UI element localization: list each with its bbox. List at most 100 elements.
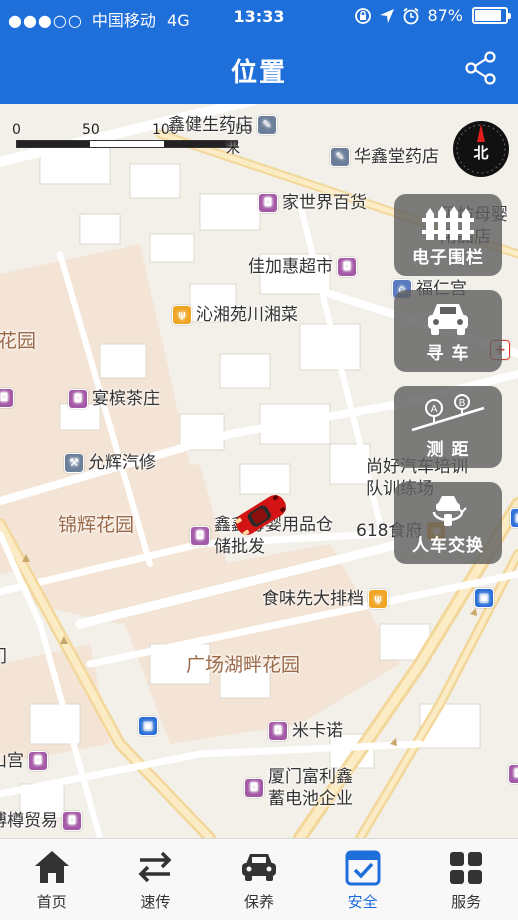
poi-shop-edge-1[interactable]: ◘	[0, 388, 14, 408]
bus-stop-icon: ▣	[138, 716, 158, 736]
poi-label: 博樽贸易	[0, 811, 58, 831]
poi-label: 沁湘苑川湘菜	[196, 305, 298, 325]
pharmacy-icon: ✎	[257, 115, 277, 135]
tab-home-label: 首页	[36, 893, 67, 911]
tab-security[interactable]: 安全	[311, 839, 415, 920]
status-right: 87%	[354, 6, 511, 25]
bus-stop-icon: ▣	[510, 508, 518, 528]
grid-icon	[450, 852, 483, 884]
home-icon	[34, 851, 69, 883]
tab-transfer[interactable]: 速传	[104, 839, 208, 920]
map-view[interactable]: 0 50 100 150米 北 鑫健生药店 ✎ ✎ 华鑫堂药店 ◘ 家世界百货 …	[0, 104, 518, 838]
poi-mikano[interactable]: ◘ 米卡诺	[268, 720, 343, 742]
poi-label: 米卡诺	[292, 721, 343, 741]
tab-transfer-label: 速传	[140, 893, 171, 911]
shopping-icon: ◘	[62, 811, 82, 831]
poi-label: 广场湖畔花园	[186, 654, 301, 676]
shopping-icon: ◘	[68, 389, 88, 409]
poi-department-store[interactable]: ◘ 家世界百货	[258, 192, 367, 214]
poi-label: 食味先大排档	[262, 589, 364, 609]
shopping-icon: ◘	[28, 751, 48, 771]
poi-bus-stop-1[interactable]: ▣	[474, 588, 494, 608]
shopping-icon: ◘	[337, 257, 357, 277]
scale-line	[16, 140, 238, 148]
poi-tea-shop[interactable]: ◘ 宴槟茶庄	[68, 388, 160, 410]
compass-icon[interactable]: 北	[452, 120, 510, 178]
poi-label: 鑫健生药店	[168, 115, 253, 135]
shopping-icon: ◘	[0, 388, 14, 408]
tab-security-label: 安全	[347, 893, 378, 911]
battery-percent: 87%	[427, 6, 463, 25]
alarm-icon	[403, 7, 420, 24]
svg-text:B: B	[459, 398, 466, 409]
tab-service-label: 服务	[451, 893, 482, 911]
find-car-button[interactable]: 寻 车	[394, 290, 502, 372]
person-car-swap-label: 人车交换	[412, 536, 484, 556]
poi-label: 华鑫堂药店	[354, 147, 439, 167]
compass-label: 北	[473, 144, 488, 162]
shopping-icon: ◘	[508, 764, 518, 784]
scale-label-50: 50	[82, 122, 100, 138]
page-title: 位置	[230, 58, 287, 88]
poi-label: 允辉汽修	[88, 453, 156, 473]
poi-label: 门	[0, 646, 7, 668]
rotation-lock-icon	[355, 7, 372, 24]
find-car-label: 寻 车	[426, 344, 470, 364]
poi-garden-1[interactable]: 花园	[0, 330, 36, 352]
poi-restaurant-1[interactable]: ψ 沁湘苑川湘菜	[172, 304, 298, 326]
food-icon: ψ	[368, 589, 388, 609]
shopping-icon: ◘	[258, 193, 278, 213]
person-car-swap-button[interactable]: 人车交换	[394, 482, 502, 564]
shopping-icon: ◘	[268, 721, 288, 741]
battery-fill	[475, 10, 501, 21]
poi-car-repair[interactable]: ⚒ 允辉汽修	[64, 452, 156, 474]
transfer-icon	[138, 851, 172, 883]
poi-pharmacy-2[interactable]: ✎ 华鑫堂药店	[330, 146, 439, 168]
poi-supermarket[interactable]: 佳加惠超市 ◘	[248, 256, 357, 278]
shopping-icon: ◘	[190, 526, 210, 546]
poi-trading[interactable]: 博樽贸易 ◘	[0, 810, 82, 832]
bus-stop-icon: ▣	[474, 588, 494, 608]
person-car-swap-icon	[432, 496, 467, 526]
car-repair-icon: ⚒	[64, 453, 84, 473]
bottom-tab-bar: 首页 速传 保养 安全 服务	[0, 838, 518, 920]
fence-label: 电子围栏	[412, 248, 484, 268]
find-car-icon	[428, 304, 468, 335]
car-icon	[241, 854, 276, 881]
svg-text:A: A	[431, 404, 438, 415]
poi-pharmacy-1[interactable]: 鑫健生药店 ✎	[168, 114, 277, 136]
poi-bus-stop-2[interactable]: ▣	[138, 716, 158, 736]
poi-palace-edge[interactable]: 山宫 ◘	[0, 750, 48, 772]
poi-edge-gate[interactable]: 门	[0, 646, 7, 668]
poi-label: 锦辉花园	[58, 514, 135, 536]
fence-button[interactable]: 电子围栏	[394, 194, 502, 276]
location-arrow-icon	[380, 8, 395, 23]
poi-garden-2[interactable]: 锦辉花园	[58, 514, 134, 536]
car-location-marker[interactable]	[228, 490, 294, 540]
poi-label: 厦门富利鑫蓄电池企业	[268, 767, 353, 809]
poi-label: 花园	[0, 330, 37, 352]
pharmacy-icon: ✎	[330, 147, 350, 167]
tab-home[interactable]: 首页	[0, 839, 104, 920]
poi-label: 宴槟茶庄	[92, 389, 160, 409]
measure-distance-button[interactable]: A B 测 距	[394, 386, 502, 468]
tab-maintenance-label: 保养	[243, 893, 274, 911]
status-bar: ●●●○○ 中国移动 4G 13:33 87%	[0, 0, 518, 34]
tab-service[interactable]: 服务	[414, 839, 518, 920]
share-icon[interactable]	[464, 50, 498, 86]
shopping-icon: ◘	[244, 778, 264, 798]
poi-battery-company[interactable]: ◘ 厦门富利鑫蓄电池企业	[244, 766, 368, 810]
tab-maintenance[interactable]: 保养	[207, 839, 311, 920]
poi-label: 山宫	[0, 751, 24, 771]
poi-garden-3[interactable]: 广场湖畔花园	[186, 654, 300, 676]
top-bar: ●●●○○ 中国移动 4G 13:33 87% 位置	[0, 0, 518, 104]
poi-food-stall[interactable]: 食味先大排档 ψ	[262, 588, 388, 610]
measure-distance-label: 测 距	[426, 440, 470, 460]
security-icon	[345, 850, 381, 886]
poi-edge-shop[interactable]: ◘	[508, 764, 518, 784]
fence-icon	[422, 206, 474, 240]
food-icon: ψ	[172, 305, 192, 325]
battery-icon	[472, 7, 511, 24]
distance-icon: A B	[411, 394, 485, 432]
poi-edge-bus[interactable]: ▣	[510, 508, 518, 528]
